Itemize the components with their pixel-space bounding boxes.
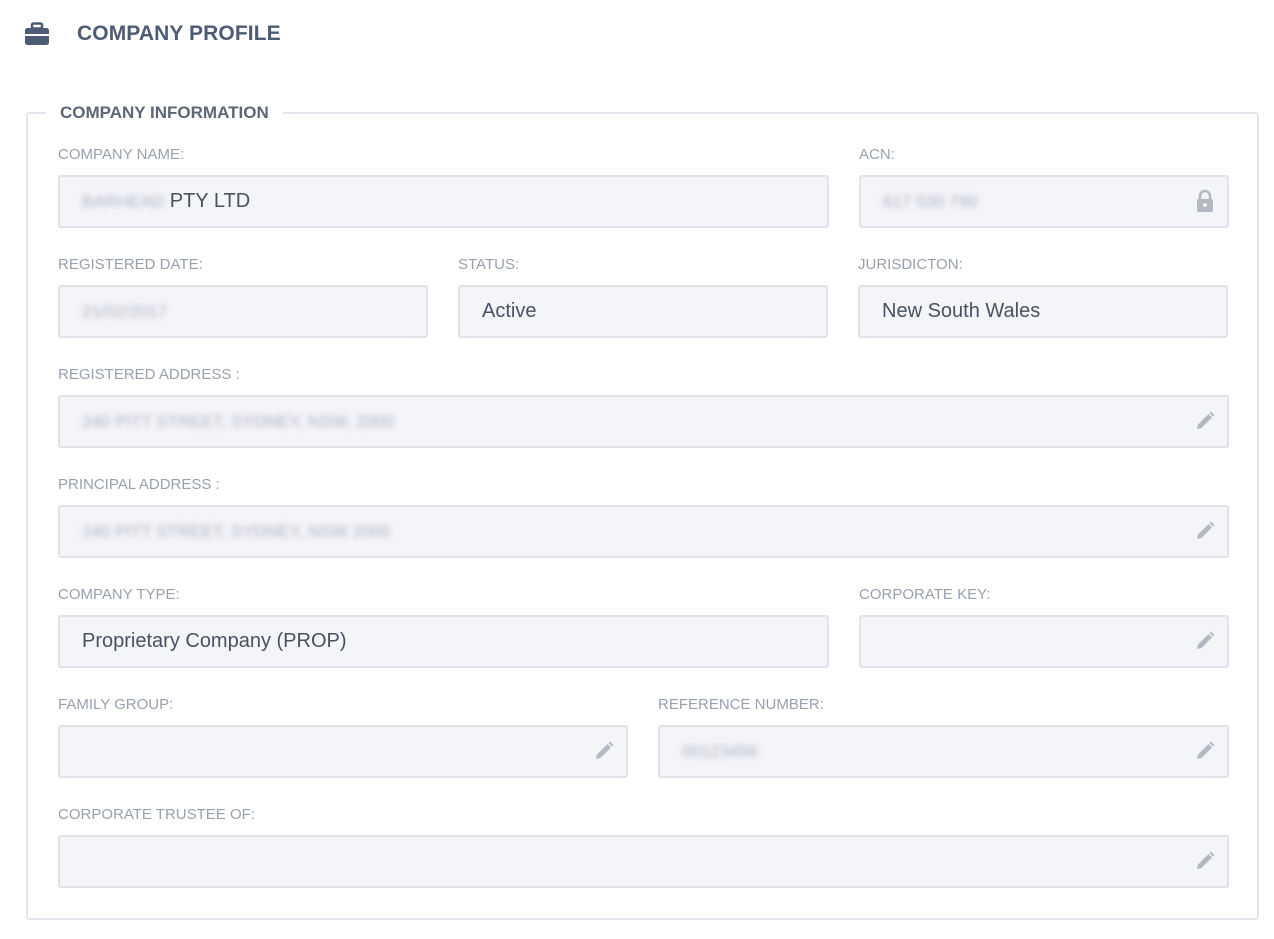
section-title: COMPANY INFORMATION — [46, 100, 283, 126]
registered-address-field[interactable]: 240 PITT STREET, SYDNEY, NSW, 2000 — [58, 395, 1229, 448]
lock-icon — [1193, 189, 1217, 213]
company-name-label: COMPANY NAME: — [58, 146, 185, 163]
company-name-redacted: BARHEAD — [82, 192, 165, 211]
jurisdiction-value: New South Wales — [882, 300, 1041, 322]
corporate-trustee-field[interactable] — [58, 835, 1229, 888]
corporate-key-field[interactable] — [859, 615, 1229, 668]
acn-value: 617 530 790 — [883, 192, 978, 211]
principal-address-label: PRINCIPAL ADDRESS : — [58, 476, 220, 493]
registered-date-value: 21/02/2017 — [82, 302, 168, 321]
page-header: COMPANY PROFILE — [24, 16, 281, 52]
pencil-icon[interactable] — [1193, 849, 1217, 873]
corporate-key-label: CORPORATE KEY: — [859, 586, 991, 603]
reference-number-label: REFERENCE NUMBER: — [658, 696, 824, 713]
pencil-icon[interactable] — [1193, 739, 1217, 763]
registered-date-field: 21/02/2017 — [58, 285, 428, 338]
briefcase-icon — [24, 21, 50, 47]
company-name-field: BARHEAD PTY LTD — [58, 175, 829, 228]
reference-number-value: 00123456 — [682, 742, 758, 761]
family-group-label: FAMILY GROUP: — [58, 696, 174, 713]
reference-number-field[interactable]: 00123456 — [658, 725, 1229, 778]
company-type-label: COMPANY TYPE: — [58, 586, 180, 603]
registered-date-label: REGISTERED DATE: — [58, 256, 203, 273]
pencil-icon[interactable] — [592, 739, 616, 763]
company-name-suffix: PTY LTD — [169, 190, 251, 212]
status-label: STATUS: — [458, 256, 520, 273]
principal-address-value: 240 PITT STREET, SYDNEY, NSW 2000 — [82, 522, 391, 541]
acn-label: ACN: — [859, 146, 895, 163]
registered-address-label: REGISTERED ADDRESS : — [58, 366, 240, 383]
acn-field: 617 530 790 — [859, 175, 1229, 228]
company-type-value: Proprietary Company (PROP) — [82, 630, 347, 652]
pencil-icon[interactable] — [1193, 409, 1217, 433]
pencil-icon[interactable] — [1193, 519, 1217, 543]
corporate-trustee-label: CORPORATE TRUSTEE OF: — [58, 806, 255, 823]
principal-address-field[interactable]: 240 PITT STREET, SYDNEY, NSW 2000 — [58, 505, 1229, 558]
status-field: Active — [458, 285, 828, 338]
status-value: Active — [482, 300, 537, 322]
family-group-field[interactable] — [58, 725, 628, 778]
page-title: COMPANY PROFILE — [77, 22, 281, 45]
jurisdiction-field: New South Wales — [858, 285, 1228, 338]
pencil-icon[interactable] — [1193, 629, 1217, 653]
registered-address-value: 240 PITT STREET, SYDNEY, NSW, 2000 — [82, 412, 395, 431]
jurisdiction-label: JURISDICTON: — [858, 256, 963, 273]
company-type-field: Proprietary Company (PROP) — [58, 615, 829, 668]
